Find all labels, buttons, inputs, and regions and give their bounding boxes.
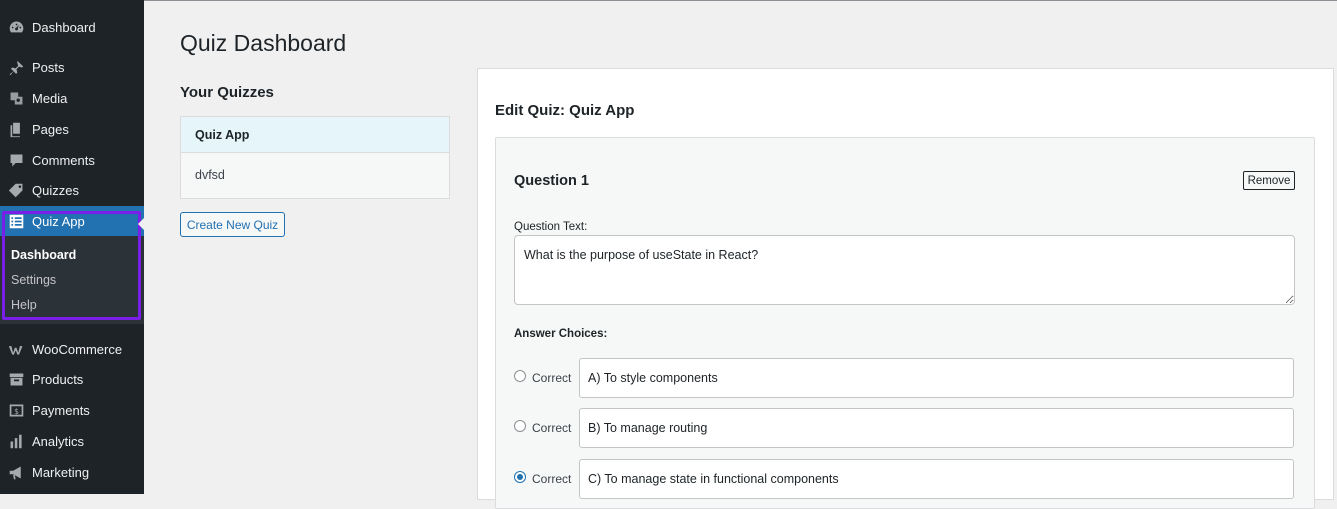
quiz-list-item-quiz-app[interactable]: Quiz App [181,117,449,153]
menu-label: Dashboard [32,19,96,35]
bar-chart-icon [7,432,25,450]
question-card: Question 1 Remove Question Text: What is… [495,137,1315,509]
your-quizzes-heading: Your Quizzes [180,84,274,101]
tag-icon [7,181,25,199]
menu-item-posts[interactable]: Posts [0,52,144,82]
menu-label: Pages [32,121,69,137]
answer-input[interactable]: C) To manage state in functional compone… [579,459,1294,499]
submenu-settings[interactable]: Settings [11,273,56,287]
menu-label: Payments [32,402,90,418]
current-menu-arrow [138,216,146,232]
correct-label: Correct [532,421,572,435]
dollar-icon: $ [7,401,25,419]
menu-item-comments[interactable]: Comments [0,145,144,175]
megaphone-icon [7,463,25,481]
answer-choice-row: Correct A) To style components [514,358,1296,399]
pin-icon [7,58,25,76]
menu-label: Posts [32,59,65,75]
menu-item-dashboard[interactable]: Dashboard [0,12,144,42]
menu-label: Quiz App [32,213,85,229]
menu-label: WooCommerce [32,341,123,357]
woo-icon [7,340,25,358]
archive-icon [7,370,25,388]
admin-sidebar: Dashboard Posts Media Pages Comments Qui… [0,0,146,494]
menu-item-quizzes[interactable]: Quizzes [0,175,144,205]
svg-text:$: $ [14,406,19,415]
correct-radio[interactable] [514,420,526,432]
question-text-input[interactable]: What is the purpose of useState in React… [514,235,1295,305]
page-title: Quiz Dashboard [180,30,347,56]
menu-label: Marketing [32,464,90,480]
menu-label: Quizzes [32,182,79,198]
correct-label: Correct [532,371,572,385]
dashboard-icon [7,18,25,36]
answer-choices-label: Answer Choices: [514,328,608,340]
quiz-app-submenu: Dashboard Settings Help [0,236,144,324]
menu-label: Analytics [32,433,85,449]
menu-item-payments[interactable]: $ Payments [0,395,144,425]
question-text-label: Question Text: [514,221,588,233]
menu-item-analytics[interactable]: Analytics [0,426,144,456]
list-icon [7,212,25,230]
correct-radio[interactable] [514,370,526,382]
quiz-list: Quiz App dvfsd [180,116,450,199]
correct-label: Correct [532,472,572,486]
menu-item-pages[interactable]: Pages [0,114,144,144]
question-title: Question 1 [514,173,589,189]
menu-label: Products [32,371,84,387]
submenu-dashboard[interactable]: Dashboard [11,248,76,262]
submenu-help[interactable]: Help [11,298,37,312]
menu-label: Media [32,90,68,106]
menu-item-products[interactable]: Products [0,364,144,394]
media-icon [7,89,25,107]
remove-question-button[interactable]: Remove [1243,171,1295,190]
menu-item-media[interactable]: Media [0,83,144,113]
answer-input[interactable]: B) To manage routing [579,408,1294,448]
correct-radio-checked[interactable] [514,471,526,483]
top-border [144,0,1337,1]
comment-icon [7,151,25,169]
create-new-quiz-button[interactable]: Create New Quiz [180,212,285,237]
menu-label: Comments [32,152,95,168]
menu-item-quiz-app[interactable]: Quiz App [0,206,144,236]
quiz-list-item-dvfsd[interactable]: dvfsd [181,153,449,197]
answer-choice-row: Correct B) To manage routing [514,408,1296,449]
quiz-editor-panel: Edit Quiz: Quiz App Question 1 Remove Qu… [477,68,1334,509]
answer-input[interactable]: A) To style components [579,358,1294,398]
menu-item-woocommerce[interactable]: WooCommerce [0,334,144,364]
menu-item-marketing[interactable]: Marketing [0,457,144,487]
edit-quiz-title: Edit Quiz: Quiz App [495,102,635,119]
pages-icon [7,120,25,138]
